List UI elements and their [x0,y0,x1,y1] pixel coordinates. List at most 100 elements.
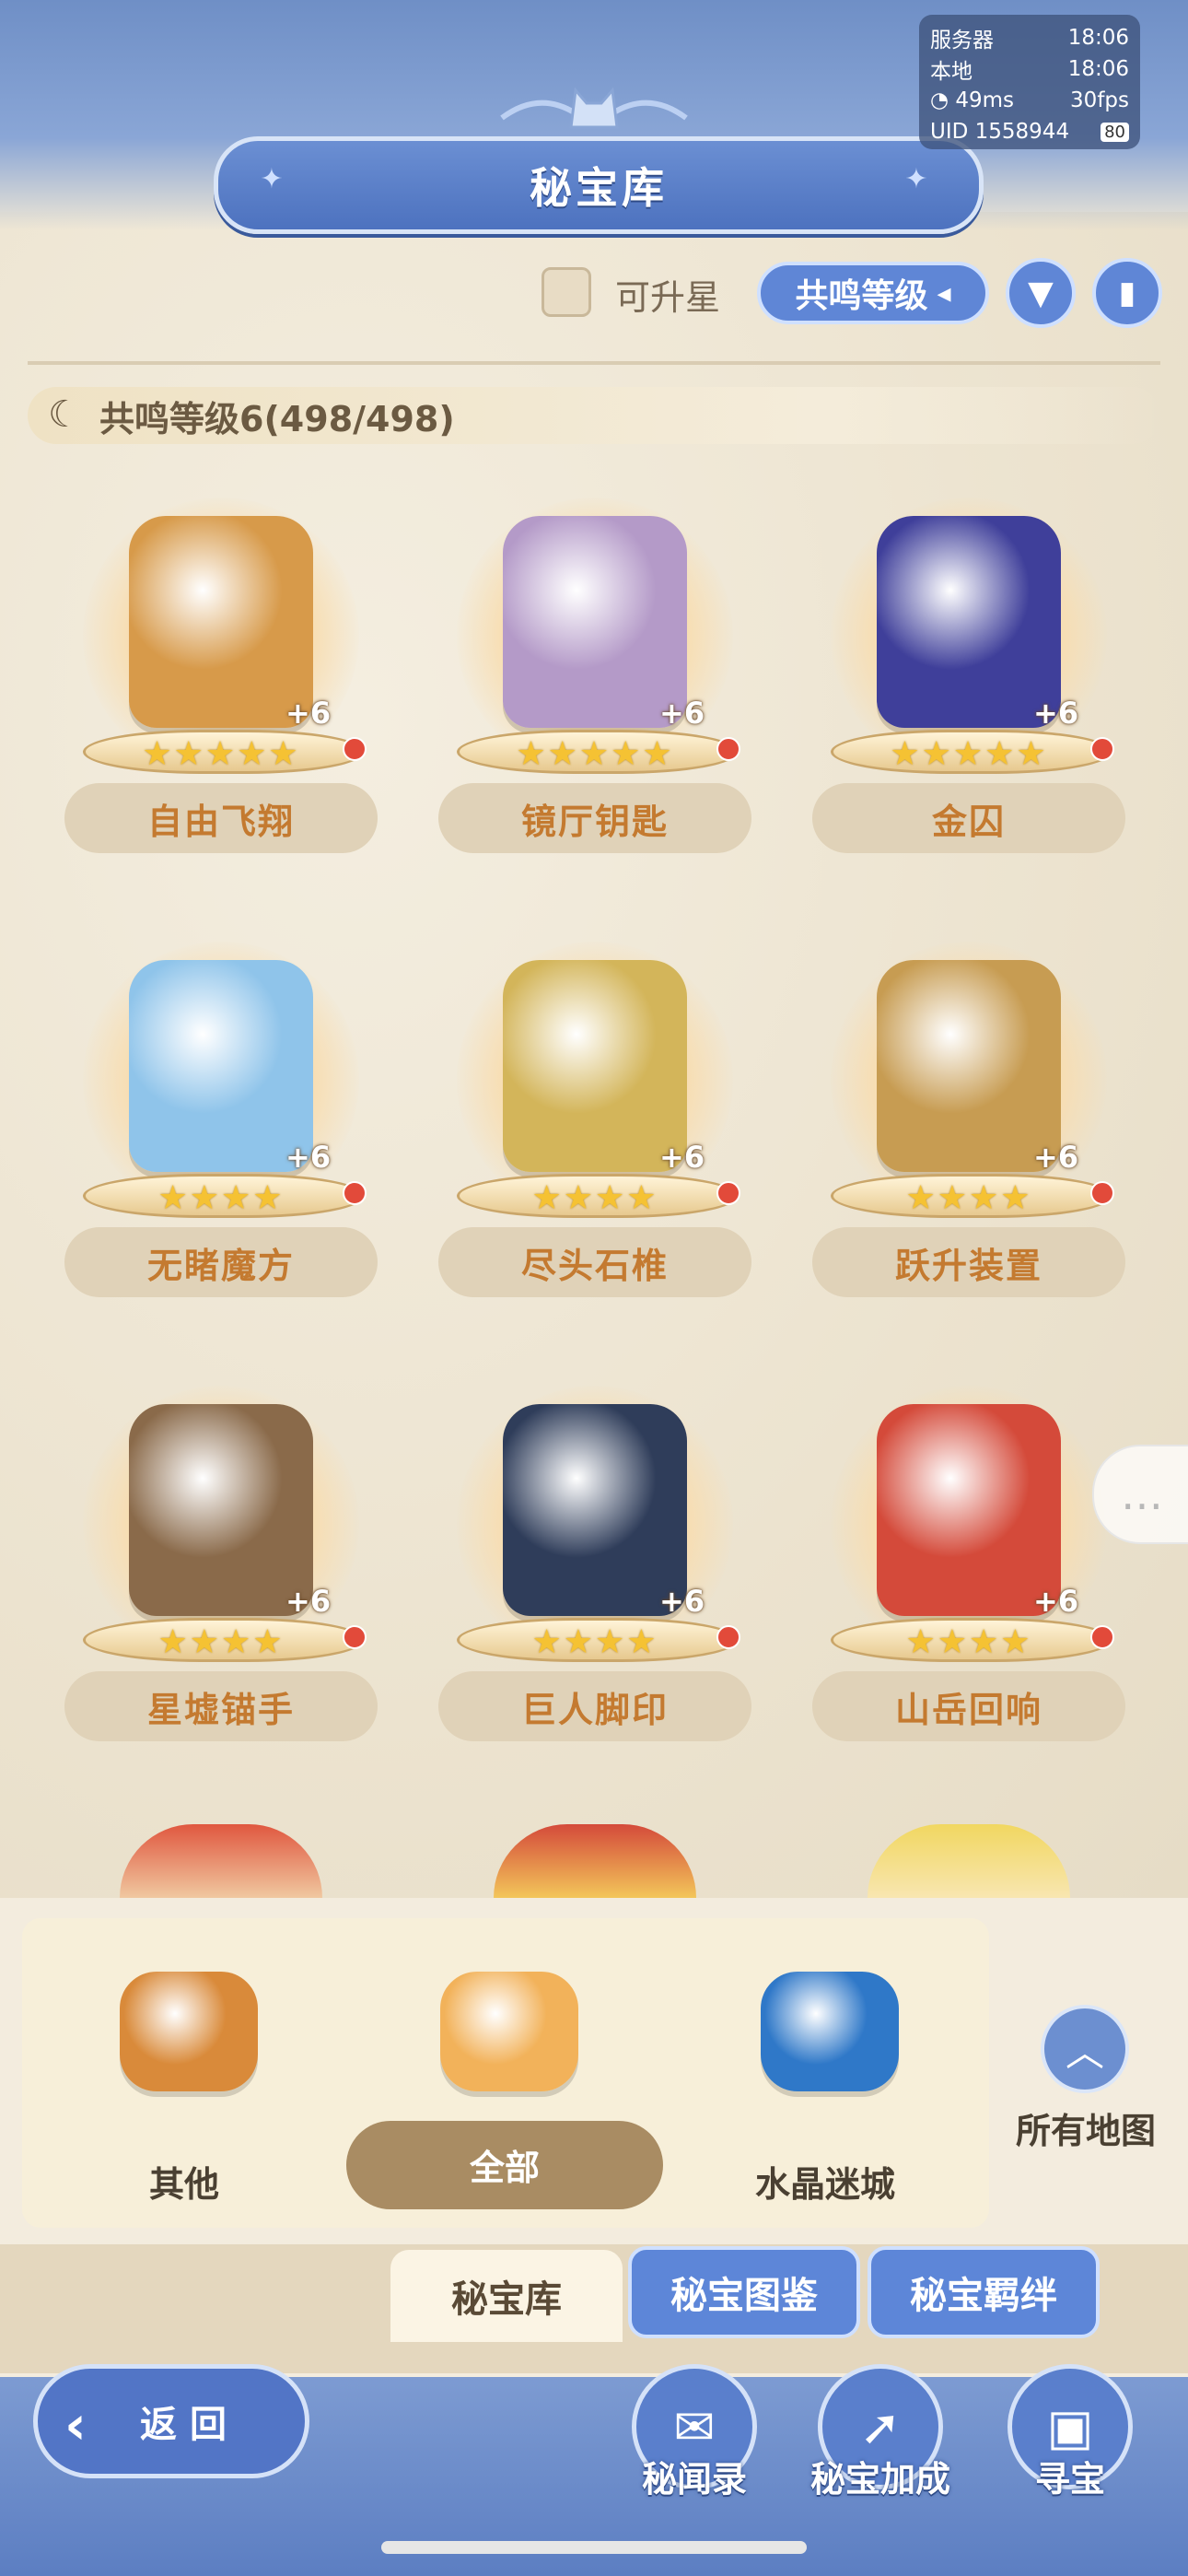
upgrade-level: +6 [285,696,332,731]
all-maps-label[interactable]: 所有地图 [1007,2102,1164,2153]
resonance-level-text: 共鸣等级6(498/498) [99,399,455,439]
star-rating: ★★★★ [531,1179,658,1217]
star-rating: ★★★★ [157,1623,285,1661]
upgrade-level: +6 [285,1584,332,1619]
back-label: 返回 [140,2404,239,2446]
resonance-icon: ☾ [48,393,81,436]
treasure-hunt-label: 寻宝 [1034,2459,1105,2500]
upgrade-level: +6 [659,1584,705,1619]
fps-value: 30fps [1070,88,1129,112]
uid-label: UID [930,120,969,144]
notification-dot [716,737,740,761]
star-rating: ★★★★ [531,1623,658,1661]
upgrade-level: +6 [1033,1140,1079,1175]
scroll-icon: ✉ [673,2397,716,2456]
treasure-card[interactable]: ★★★★ +6 无睹魔方 [64,932,378,1319]
name-plate: 镜厅钥匙 [438,783,751,853]
treasure-name: 自由飞翔 [146,801,295,842]
upgradable-checkbox[interactable] [542,267,591,317]
name-plate: 巨人脚印 [438,1671,751,1741]
name-plate: 尽头石椎 [438,1227,751,1297]
server-label: 服务器 [930,29,994,53]
star-rating: ★★★★ [157,1179,285,1217]
ping-text: 49ms [955,88,1015,112]
battery-indicator: 80 [1101,122,1129,142]
page-title: 秘宝库 [530,163,668,213]
region-other[interactable]: 其他 [92,1944,276,2220]
codex-button[interactable]: ▮ [1092,258,1162,328]
chevron-up-icon: ︿ [1065,2029,1104,2075]
all-maps-button[interactable]: ︿ [1041,2005,1129,2093]
notification-dot [716,1181,740,1205]
treasure-name: 星墟锚手 [146,1689,295,1730]
notification-dot [1090,737,1114,761]
sort-arrow-icon: ◂ [937,276,951,310]
sort-dropdown[interactable]: 共鸣等级 ◂ [757,262,989,324]
bonus-label: 秘宝加成 [809,2459,950,2500]
treasure-card[interactable]: ★★★★ +6 星墟锚手 [64,1376,378,1763]
ping-value: ◔ 49ms [930,88,1014,112]
sort-label: 共鸣等级 [795,277,928,315]
region-all-icon [440,1972,578,2091]
notification-dot [716,1625,740,1649]
upgrade-level: +6 [1033,696,1079,731]
tab-catalog[interactable]: 秘宝图鉴 [628,2246,860,2338]
tab-library[interactable]: 秘宝库 [390,2250,623,2342]
star-rating: ★★★★ [905,1623,1032,1661]
treasure-card[interactable]: ★★★★ +6 巨人脚印 [438,1376,751,1763]
treasure-name: 跃升装置 [894,1245,1042,1286]
upgrade-level: +6 [285,1140,332,1175]
treasure-card[interactable]: ★★★★ +6 跃升装置 [812,932,1125,1319]
name-plate: 金囚 [812,783,1125,853]
treasure-name: 尽头石椎 [520,1245,669,1286]
chat-button[interactable]: … [1092,1445,1188,1544]
upgrade-level: +6 [659,1140,705,1175]
divider [28,361,1160,365]
treasure-card[interactable]: ★★★★★ +6 自由飞翔 [64,488,378,875]
home-indicator [381,2541,807,2554]
filter-button[interactable]: ▼ [1006,258,1076,328]
sparkle-icon: ✦ [904,163,928,195]
cat-crest-icon [500,87,688,129]
notification-dot [1090,1625,1114,1649]
notification-dot [343,1625,367,1649]
secrets-label: 秘闻录 [641,2459,747,2500]
tab-bonds[interactable]: 秘宝羁绊 [868,2246,1100,2338]
treasure-name: 金囚 [931,801,1006,842]
star-rating: ★★★★ [905,1179,1032,1217]
treasure-card[interactable]: ★★★★ +6 山岳回响 [812,1376,1125,1763]
upgrade-level: +6 [1033,1584,1079,1619]
filter-icon: ▼ [1028,274,1054,312]
chest-icon: ▣ [1046,2397,1094,2456]
treasure-card[interactable]: ★★★★★ +6 镜厅钥匙 [438,488,751,875]
notification-dot [343,1181,367,1205]
uid-row: UID 1558944 [930,120,1069,144]
region-crystal-city[interactable]: 水晶迷城 [733,1944,917,2220]
star-rating: ★★★★★ [142,735,300,773]
notification-dot [1090,1181,1114,1205]
region-label: 水晶迷城 [754,2164,895,2205]
title-banner: 秘宝库 [214,136,984,234]
name-plate: 自由飞翔 [64,783,378,853]
upgradable-label[interactable]: 可升星 [615,269,720,320]
name-plate: 山岳回响 [812,1671,1125,1741]
treasure-card[interactable]: ★★★★ +6 尽头石椎 [438,932,751,1319]
star-rating: ★★★★★ [890,735,1048,773]
arrow-up-icon: ➚ [859,2397,902,2456]
region-crystal-city-icon [761,1972,899,2091]
star-rating: ★★★★★ [516,735,674,773]
treasure-name: 镜厅钥匙 [520,801,669,842]
treasure-card[interactable]: ★★★★★ +6 金囚 [812,488,1125,875]
treasure-name: 无睹魔方 [146,1245,295,1286]
chevron-left-icon: ‹ [64,2394,87,2456]
server-time: 18:06 [1067,26,1129,50]
local-label: 本地 [930,60,973,84]
sparkle-icon: ✦ [260,163,284,195]
uid-value: 1558944 [974,120,1070,144]
local-time: 18:06 [1067,57,1129,81]
name-plate: 无睹魔方 [64,1227,378,1297]
region-label: 全部 [469,2148,540,2188]
treasure-name: 山岳回响 [894,1689,1042,1730]
region-label: 其他 [148,2164,219,2205]
wifi-icon: ◔ [930,88,956,112]
